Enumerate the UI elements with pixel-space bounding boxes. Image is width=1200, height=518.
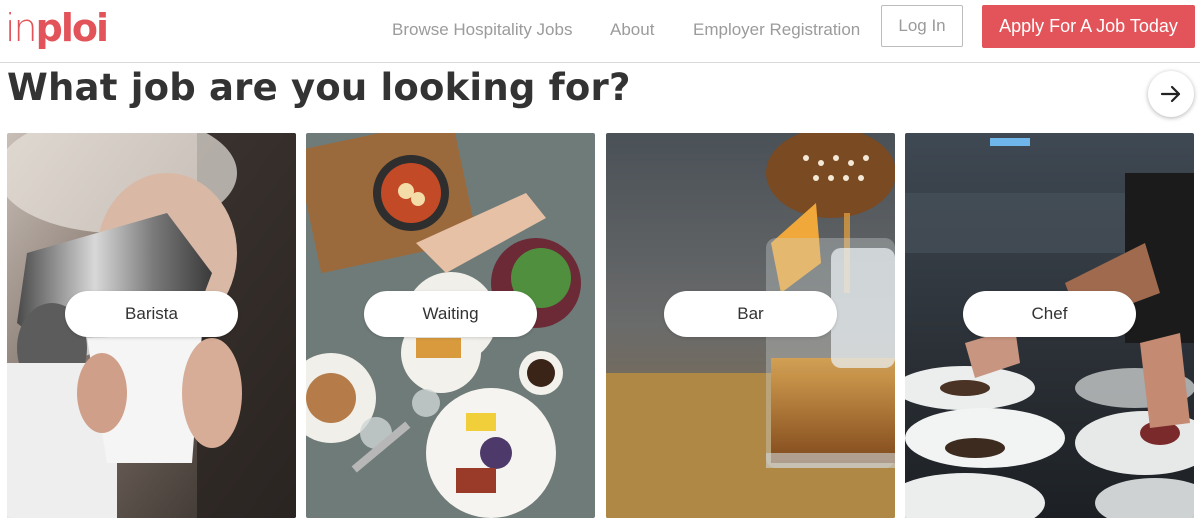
category-label-waiting[interactable]: Waiting bbox=[364, 291, 537, 337]
logo-ploi: ploi bbox=[35, 6, 109, 50]
arrow-right-icon bbox=[1160, 85, 1181, 103]
nav-employer-registration[interactable]: Employer Registration bbox=[693, 20, 860, 40]
site-header: inploi Browse Hospitality Jobs About Emp… bbox=[0, 0, 1200, 63]
inploi-logo[interactable]: inploi bbox=[5, 3, 109, 53]
category-card-chef[interactable]: Chef bbox=[905, 133, 1194, 518]
category-card-bar[interactable]: Bar bbox=[606, 133, 895, 518]
category-card-barista[interactable]: Barista bbox=[7, 133, 296, 518]
logo-in: in bbox=[5, 6, 38, 50]
login-button[interactable]: Log In bbox=[881, 5, 963, 47]
category-card-waiting[interactable]: Waiting bbox=[306, 133, 595, 518]
category-label-bar[interactable]: Bar bbox=[664, 291, 837, 337]
category-label-barista[interactable]: Barista bbox=[65, 291, 238, 337]
nav-about[interactable]: About bbox=[610, 20, 654, 40]
carousel-next-button[interactable] bbox=[1148, 71, 1194, 117]
page-title: What job are you looking for? bbox=[7, 66, 631, 109]
nav-browse-jobs[interactable]: Browse Hospitality Jobs bbox=[392, 20, 572, 40]
category-label-chef[interactable]: Chef bbox=[963, 291, 1136, 337]
apply-button[interactable]: Apply For A Job Today bbox=[982, 5, 1195, 48]
